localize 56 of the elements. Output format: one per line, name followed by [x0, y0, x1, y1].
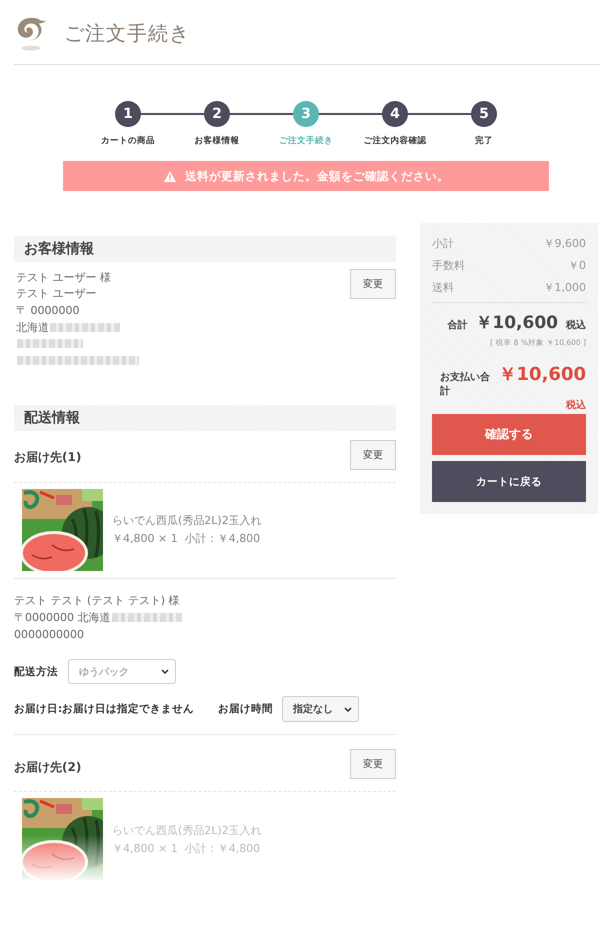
chevron-icon — [344, 706, 352, 712]
summary-label: 手数料 — [432, 258, 465, 272]
summary-label: 小計 — [432, 236, 454, 250]
page-title: ご注文手続き — [64, 20, 190, 46]
back-to-cart-button[interactable]: カートに戻る — [432, 461, 586, 502]
change-button[interactable]: 変更 — [350, 749, 396, 780]
address-line: 〒0000000 北海道 — [14, 610, 110, 625]
step-number: 1 — [115, 101, 141, 127]
alert-message: 送料が更新されました。金額をご確認ください。 — [185, 168, 449, 184]
summary-value: ￥1,000 — [544, 280, 586, 294]
address-line: 0000000000 — [14, 628, 84, 641]
step-label: ご注文手続き — [279, 135, 333, 147]
confirm-button[interactable]: 確認する — [432, 414, 586, 455]
payment-amount: ￥10,600 — [498, 363, 586, 386]
total-label: 合計 — [447, 318, 468, 332]
redacted-text — [50, 322, 120, 332]
address-line: テスト テスト (テスト テスト) 様 — [14, 593, 180, 608]
summary-value: ￥0 — [568, 258, 586, 272]
address-line: 北海道 — [16, 320, 49, 335]
tax-label: 税込 — [566, 400, 586, 411]
step-label: 完了 — [475, 135, 493, 147]
step-number: 2 — [204, 101, 230, 127]
step-label: カートの商品 — [101, 135, 155, 147]
dropdown-value: 指定なし — [293, 702, 334, 716]
change-button[interactable]: 変更 — [350, 269, 396, 299]
summary-value: ￥9,600 — [544, 236, 586, 250]
product-price: ￥4,800 × 1 小計：￥4,800 — [112, 840, 262, 856]
step-number: 5 — [471, 101, 497, 127]
step-number: 4 — [382, 101, 408, 127]
field-label: 配送方法 — [14, 664, 58, 679]
product-name: らいでん西瓜(秀品2L)2玉入れ — [112, 822, 262, 838]
step-label: ご注文内容確認 — [364, 135, 426, 147]
redacted-text — [17, 339, 83, 348]
section-heading: 配送情報 — [14, 404, 396, 431]
chevron-icon — [161, 669, 169, 674]
change-button[interactable]: 変更 — [350, 440, 396, 470]
dropdown-value: ゆうパック — [79, 666, 129, 679]
warning-icon — [163, 170, 177, 182]
step-number: 3 — [293, 101, 319, 127]
summary-label: 送料 — [432, 280, 454, 294]
payment-label: お支払い合計 — [440, 370, 491, 398]
field-label: お届け時間 — [218, 702, 274, 716]
product-name: らいでん西瓜(秀品2L)2玉入れ — [112, 513, 262, 528]
section-heading: お客様情報 — [14, 236, 396, 262]
redacted-text — [112, 612, 182, 622]
address-line: テスト ユーザー — [16, 286, 96, 302]
delivery-date: お届け日:お届け日は指定できません — [14, 702, 194, 716]
address-line: 〒 0000000 — [16, 302, 80, 318]
destination-title: お届け先(2) — [14, 758, 82, 776]
product-price: ￥4,800 × 1 小計：￥4,800 — [112, 531, 262, 546]
delivery-time-dropdown[interactable]: 指定なし — [282, 696, 360, 722]
step-label: お客様情報 — [194, 135, 240, 147]
total-amount: ￥10,600 — [475, 312, 558, 334]
address-line: テスト ユーザー 様 — [16, 270, 111, 285]
destination-title: お届け先(1) — [14, 449, 82, 466]
tax-label: 税込 — [566, 318, 586, 332]
